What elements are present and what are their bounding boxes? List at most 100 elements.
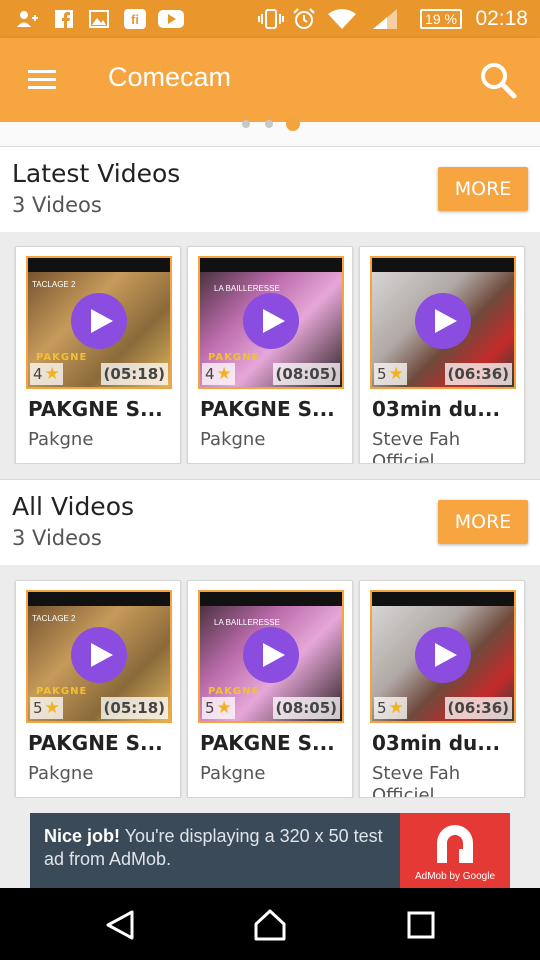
video-thumbnail[interactable]: TACLAGE 2 PAKGNE 5 ★ (05:18) (26, 590, 172, 723)
video-card[interactable]: TACLAGE 2 PAKGNE 4 ★ (05:18) PAKGNE S... … (15, 246, 181, 464)
duration-badge: (05:18) (100, 363, 168, 385)
video-title[interactable]: PAKGNE S... (28, 397, 176, 421)
video-thumbnail[interactable]: TACLAGE 2 PAKGNE 4 ★ (05:18) (26, 256, 172, 389)
video-card[interactable]: LA BAILLERESSE PAKGNE 5 ★ (08:05) PAKGNE … (187, 580, 353, 798)
duration-badge: (05:18) (100, 697, 168, 719)
play-icon[interactable] (415, 293, 471, 349)
video-card[interactable]: 5 ★ (06:36) 03min du... Steve Fah Officie… (359, 246, 525, 464)
duration-badge: (06:36) (444, 697, 512, 719)
add-person-icon (16, 9, 38, 29)
video-channel: Pakgne (28, 429, 94, 450)
app-title: Comecam (108, 62, 232, 92)
rating-badge: 4 ★ (30, 363, 63, 385)
section-count: 3 Videos (12, 193, 102, 217)
video-row-latest: TACLAGE 2 PAKGNE 4 ★ (05:18) PAKGNE S... … (0, 232, 540, 464)
thumbnail-caption: TACLAGE 2 (32, 280, 76, 289)
video-channel: Steve Fah Officiel (372, 429, 461, 464)
video-title[interactable]: PAKGNE S... (200, 731, 348, 755)
duration-badge: (08:05) (272, 363, 340, 385)
section-header-latest: Latest Videos 3 Videos MORE (0, 146, 540, 232)
app-bar: Comecam (0, 38, 540, 122)
home-icon[interactable] (253, 908, 287, 942)
vibrate-icon (258, 9, 284, 29)
video-card[interactable]: LA BAILLERESSE PAKGNE 4 ★ (08:05) PAKGNE … (187, 246, 353, 464)
status-bar: fi 19 % 02:18 (0, 0, 540, 38)
signal-icon (372, 9, 398, 29)
video-card[interactable]: TACLAGE 2 PAKGNE 5 ★ (05:18) PAKGNE S... … (15, 580, 181, 798)
video-channel: Steve Fah Officiel (372, 763, 461, 798)
admob-logo[interactable]: AdMob by Google (400, 813, 510, 888)
hamburger-menu-icon[interactable] (28, 70, 56, 90)
ad-text: Nice job! You're displaying a 320 x 50 t… (44, 825, 404, 871)
play-icon[interactable] (415, 627, 471, 683)
thumbnail-brand: PAKGNE (208, 352, 260, 363)
duration-badge: (08:05) (272, 697, 340, 719)
section-title: Latest Videos (12, 159, 181, 188)
more-button[interactable]: MORE (438, 500, 528, 544)
wifi-icon (328, 9, 356, 29)
facebook-icon (54, 9, 74, 29)
video-title[interactable]: PAKGNE S... (28, 731, 176, 755)
rating-badge: 5 ★ (374, 363, 407, 385)
alarm-icon (292, 8, 316, 29)
rating-value: 5 (33, 699, 43, 717)
search-icon[interactable] (478, 60, 518, 100)
play-icon[interactable] (71, 627, 127, 683)
carousel-indicator (0, 117, 540, 146)
admob-icon (437, 825, 473, 863)
rating-value: 5 (205, 699, 215, 717)
thumbnail-brand: PAKGNE (36, 686, 88, 697)
rating-badge: 5 ★ (30, 697, 63, 719)
play-icon[interactable] (71, 293, 127, 349)
recents-icon[interactable] (404, 908, 438, 942)
rating-badge: 5 ★ (202, 697, 235, 719)
video-channel: Pakgne (200, 763, 266, 784)
thumbnail-caption: LA BAILLERESSE (214, 618, 280, 627)
clock: 02:18 (475, 7, 528, 30)
star-icon: ★ (216, 698, 232, 718)
video-title[interactable]: PAKGNE S... (200, 397, 348, 421)
rating-value: 4 (33, 365, 43, 383)
svg-text:fi: fi (131, 12, 139, 27)
rating-value: 5 (377, 699, 387, 717)
thumbnail-caption: TACLAGE 2 (32, 614, 76, 623)
star-icon: ★ (388, 698, 404, 718)
video-row-all: TACLAGE 2 PAKGNE 5 ★ (05:18) PAKGNE S... … (0, 566, 540, 798)
battery-indicator: 19 % (420, 9, 462, 29)
video-card[interactable]: 5 ★ (06:36) 03min du... Steve Fah Officie… (359, 580, 525, 798)
section-count: 3 Videos (12, 526, 102, 550)
section-title: All Videos (12, 492, 135, 521)
rating-value: 5 (377, 365, 387, 383)
more-button[interactable]: MORE (438, 167, 528, 211)
rating-badge: 4 ★ (202, 363, 235, 385)
video-thumbnail[interactable]: 5 ★ (06:36) (370, 256, 516, 389)
admob-caption: AdMob by Google (414, 871, 496, 882)
star-icon: ★ (44, 698, 60, 718)
gallery-icon (88, 9, 110, 29)
carousel-dot-active[interactable] (286, 117, 300, 131)
carousel-dot[interactable] (265, 120, 273, 128)
youtube-icon (158, 9, 184, 29)
rating-value: 4 (205, 365, 215, 383)
thumbnail-brand: PAKGNE (36, 352, 88, 363)
ad-banner[interactable]: Nice job! You're displaying a 320 x 50 t… (30, 813, 510, 888)
video-thumbnail[interactable]: LA BAILLERESSE PAKGNE 5 ★ (08:05) (198, 590, 344, 723)
section-header-all: All Videos 3 Videos MORE (0, 479, 540, 565)
video-title[interactable]: 03min du... (372, 731, 520, 755)
play-icon[interactable] (243, 627, 299, 683)
thumbnail-brand: PAKGNE (208, 686, 260, 697)
star-icon: ★ (44, 364, 60, 384)
rating-badge: 5 ★ (374, 697, 407, 719)
carousel-dot[interactable] (242, 120, 250, 128)
back-icon[interactable] (104, 908, 138, 942)
thumbnail-caption: LA BAILLERESSE (214, 284, 280, 293)
video-thumbnail[interactable]: LA BAILLERESSE PAKGNE 4 ★ (08:05) (198, 256, 344, 389)
video-title[interactable]: 03min du... (372, 397, 520, 421)
play-icon[interactable] (243, 293, 299, 349)
navigation-bar (0, 888, 540, 960)
video-thumbnail[interactable]: 5 ★ (06:36) (370, 590, 516, 723)
duration-badge: (06:36) (444, 363, 512, 385)
video-channel: Pakgne (28, 763, 94, 784)
star-icon: ★ (216, 364, 232, 384)
ad-headline: Nice job! (44, 826, 121, 846)
